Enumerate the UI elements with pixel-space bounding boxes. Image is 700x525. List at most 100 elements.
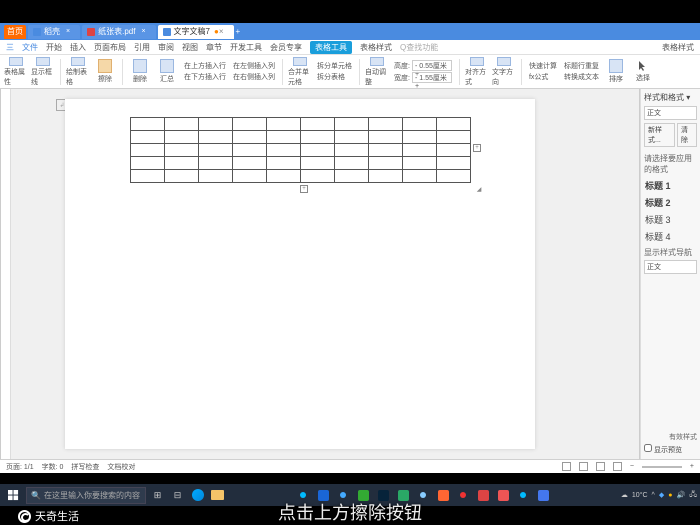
volume-icon[interactable]: 🔊 <box>676 491 685 499</box>
tab-doc-active[interactable]: 文字文稿7●× <box>158 25 234 39</box>
tray-icon[interactable]: ● <box>668 492 672 499</box>
app-icon[interactable] <box>535 487 552 504</box>
windows-taskbar: 🔍在这里输入你要搜索的内容 ⊞ ⊟ ☁ 10°C ^ ◆ ● 🔊 🖧 <box>0 484 700 506</box>
tab-home[interactable]: 首页 <box>4 25 26 39</box>
view-mode-3[interactable] <box>596 462 605 471</box>
app-icon[interactable] <box>335 487 352 504</box>
view-mode-2[interactable] <box>579 462 588 471</box>
view-mode-4[interactable] <box>613 462 622 471</box>
tab-doc-2[interactable]: 纸张表.pdf× <box>82 25 155 39</box>
height-field[interactable]: - 0.55厘米 + <box>412 60 452 71</box>
eraser-button[interactable]: 擦除 <box>93 57 117 87</box>
sort-button[interactable]: 排序 <box>604 57 628 87</box>
weather-icon: ☁ <box>621 491 628 499</box>
width-field[interactable]: - 1.55厘米 + <box>412 72 452 83</box>
preview-checkbox[interactable] <box>644 444 652 452</box>
menu-insert[interactable]: 插入 <box>70 42 86 53</box>
convert-text[interactable]: 转换成文本 <box>564 72 599 82</box>
select-button[interactable]: 选择 <box>631 57 655 87</box>
menu-ref[interactable]: 引用 <box>134 42 150 53</box>
summary-button[interactable]: 汇总 <box>155 57 179 87</box>
zoom-out[interactable]: − <box>630 463 634 470</box>
app-icon[interactable] <box>515 487 532 504</box>
table-handle-right[interactable]: + <box>473 144 481 152</box>
ribbon-menu: 三 文件 开始 插入 页面布局 引用 审阅 视图 章节 开发工具 会员专享 表格… <box>0 40 700 55</box>
task-view-icon[interactable]: ⊞ <box>149 487 166 504</box>
split-cells[interactable]: 拆分单元格 <box>317 61 352 71</box>
style-heading-2[interactable]: 标题 2 <box>644 194 697 211</box>
app-icon[interactable] <box>315 487 332 504</box>
style-heading-3[interactable]: 标题 3 <box>644 211 697 228</box>
preview-label: 显示预览 <box>654 447 682 454</box>
app-icon[interactable] <box>495 487 512 504</box>
doc-proof-status[interactable]: 文档校对 <box>107 462 135 472</box>
tab-new[interactable]: + <box>236 25 248 39</box>
taskbar-search[interactable]: 🔍在这里输入你要搜索的内容 <box>26 487 146 504</box>
menu-view[interactable]: 视图 <box>182 42 198 53</box>
menu-table-tools[interactable]: 表格工具 <box>310 41 352 54</box>
network-icon[interactable]: 🖧 <box>689 490 697 501</box>
zoom-in[interactable]: + <box>690 463 694 470</box>
menu-start[interactable]: 开始 <box>46 42 62 53</box>
panel-title[interactable]: 样式和格式 ▾ <box>644 92 697 103</box>
menu-search[interactable]: Q查找功能 <box>400 42 438 53</box>
table-props-button[interactable]: 表格属性 <box>4 57 28 87</box>
split-table[interactable]: 拆分表格 <box>317 72 352 82</box>
width-label: 宽度: <box>394 73 410 83</box>
style-heading-4[interactable]: 标题 4 <box>644 228 697 245</box>
start-button[interactable] <box>3 486 23 504</box>
app-icon[interactable] <box>475 487 492 504</box>
repeat-header[interactable]: 标题行重复 <box>564 61 599 71</box>
auto-adjust-button[interactable]: 自动调整 <box>365 57 389 87</box>
merge-cells-button[interactable]: 合并单元格 <box>288 57 312 87</box>
app-icon[interactable] <box>295 487 312 504</box>
menu-hamburger[interactable]: 三 <box>6 42 14 53</box>
document-table[interactable] <box>130 117 471 183</box>
table-handle-bottom[interactable]: + <box>300 185 308 193</box>
app-icon[interactable] <box>375 487 392 504</box>
system-tray[interactable]: ☁ 10°C ^ ◆ ● 🔊 🖧 <box>621 490 697 501</box>
delete-button[interactable]: 删除 <box>128 57 152 87</box>
menu-layout[interactable]: 页面布局 <box>94 42 126 53</box>
explorer-icon[interactable] <box>209 487 226 504</box>
clear-style-button[interactable]: 清除 <box>677 123 697 147</box>
close-icon[interactable]: × <box>66 28 70 35</box>
close-icon[interactable]: × <box>219 27 224 36</box>
draw-table-button[interactable]: 绘制表格 <box>66 57 90 87</box>
insert-row-below[interactable]: 在下方插入行 <box>184 72 226 82</box>
app-icon[interactable] <box>415 487 432 504</box>
insert-col-left[interactable]: 在左侧插入列 <box>233 61 275 71</box>
menu-file[interactable]: 文件 <box>22 42 38 53</box>
tray-icon[interactable]: ◆ <box>659 491 664 499</box>
menu-dev[interactable]: 开发工具 <box>230 42 262 53</box>
new-style-button[interactable]: 新样式... <box>644 123 675 147</box>
menu-right-style[interactable]: 表格样式 <box>662 42 694 53</box>
app-icon[interactable] <box>435 487 452 504</box>
close-icon[interactable]: × <box>141 28 145 35</box>
tab-doc-1[interactable]: 稻壳× <box>28 25 80 39</box>
formula[interactable]: fx公式 <box>529 72 557 82</box>
spellcheck-status[interactable]: 拼写检查 <box>71 462 99 472</box>
menu-vip[interactable]: 会员专享 <box>270 42 302 53</box>
insert-col-right[interactable]: 在右侧插入列 <box>233 72 275 82</box>
app-icon[interactable] <box>355 487 372 504</box>
style-heading-1[interactable]: 标题 1 <box>644 177 697 194</box>
show-border-button[interactable]: 显示框线 <box>31 57 55 87</box>
table-resize-handle[interactable]: ◢ <box>475 185 483 193</box>
chevron-up-icon[interactable]: ^ <box>652 492 655 499</box>
menu-section[interactable]: 章节 <box>206 42 222 53</box>
text-dir-button[interactable]: 文字方向 <box>492 57 516 87</box>
edge-icon[interactable] <box>189 487 206 504</box>
style-nav-box[interactable]: 正文 <box>644 260 697 274</box>
fast-calc[interactable]: 快速计算 <box>529 61 557 71</box>
view-mode-1[interactable] <box>562 462 571 471</box>
insert-row-above[interactable]: 在上方插入行 <box>184 61 226 71</box>
zoom-slider[interactable] <box>642 466 682 468</box>
app-icon[interactable] <box>395 487 412 504</box>
menu-review[interactable]: 审阅 <box>158 42 174 53</box>
document-page[interactable]: + + ◢ <box>65 99 535 449</box>
cortana-icon[interactable]: ⊟ <box>169 487 186 504</box>
menu-table-style[interactable]: 表格样式 <box>360 42 392 53</box>
align-button[interactable]: 对齐方式 <box>465 57 489 87</box>
app-icon[interactable] <box>455 487 472 504</box>
